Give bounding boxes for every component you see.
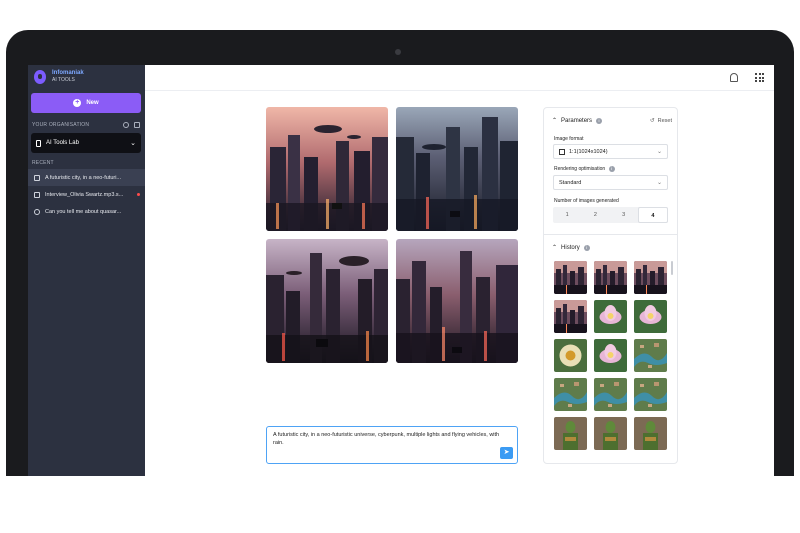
info-icon[interactable]: i (596, 117, 603, 124)
chevron-up-icon: ⌃ (552, 118, 558, 124)
rendering-label: Rendering optimisation i (554, 166, 615, 172)
recent-list: A futuristic city, in a neo-futuri... In… (28, 169, 145, 220)
top-bar (145, 65, 774, 91)
brand-logo-icon (34, 70, 46, 84)
recent-item-label: Interview_Olivia Swartz.mp3.s... (45, 191, 124, 198)
chat-icon (34, 208, 40, 215)
count-option[interactable]: 3 (610, 207, 638, 223)
bell-icon[interactable] (730, 73, 738, 82)
sidebar: Infomaniak AI TOOLS + New YOUR ORGANISAT… (28, 65, 145, 476)
history-thumbnail[interactable] (594, 261, 627, 294)
history-thumbnail[interactable] (634, 339, 667, 372)
generated-image[interactable] (266, 239, 388, 363)
image-format-select[interactable]: 1:1(1024x1024) ⌄ (553, 144, 668, 159)
history-thumbnail[interactable] (594, 300, 627, 333)
history-scrollbar[interactable] (671, 261, 673, 275)
count-label: Number of images generated (554, 198, 619, 204)
reset-label: Reset (657, 117, 672, 124)
generated-image[interactable] (396, 107, 518, 231)
history-thumbnail[interactable] (554, 417, 587, 450)
plus-icon: + (73, 99, 82, 107)
organisation-select[interactable]: AI Tools Lab ⌄ (31, 133, 141, 153)
rendering-value: Standard (559, 179, 582, 186)
history-thumbnail[interactable] (554, 261, 587, 294)
webcam (395, 49, 401, 55)
count-option[interactable]: 1 (553, 207, 581, 223)
history-header[interactable]: ⌃ History i (552, 244, 590, 251)
brand-name: Infomaniak (52, 70, 84, 76)
prompt-text: A futuristic city, in a neo-futuristic u… (273, 432, 500, 446)
image-edit-icon (34, 174, 40, 181)
generated-images (266, 107, 518, 363)
document-icon (36, 139, 41, 147)
recent-item[interactable]: Interview_Olivia Swartz.mp3.s... (28, 186, 145, 203)
history-grid (554, 261, 670, 450)
chevron-down-icon: ⌄ (130, 140, 136, 147)
recent-item[interactable]: Can you tell me about quasar... (28, 203, 145, 220)
parameters-title: Parameters (561, 117, 593, 124)
apps-grid-icon[interactable] (755, 73, 764, 82)
new-button-label: New (86, 100, 99, 106)
history-thumbnail[interactable] (594, 339, 627, 372)
send-icon: ➤ (503, 449, 510, 456)
recent-label: RECENT (32, 160, 54, 166)
chevron-down-icon: ⌄ (656, 180, 662, 186)
reset-button[interactable]: ↺ Reset (650, 118, 672, 124)
count-option[interactable]: 2 (581, 207, 609, 223)
generated-image[interactable] (266, 107, 388, 231)
history-thumbnail[interactable] (554, 339, 587, 372)
image-format-value: 1:1(1024x1024) (569, 148, 608, 155)
count-segmented-control: 1 2 3 4 (553, 207, 668, 223)
history-thumbnail[interactable] (634, 378, 667, 411)
parameters-panel: ⌃ Parameters i ↺ Reset Image format 1:1(… (543, 107, 678, 464)
new-button[interactable]: + New (31, 93, 141, 113)
count-option-selected[interactable]: 4 (637, 207, 668, 223)
history-thumbnail[interactable] (594, 417, 627, 450)
square-format-icon (559, 148, 565, 155)
info-icon[interactable] (123, 122, 129, 128)
brand-subtitle: AI TOOLS (52, 77, 75, 83)
history-thumbnail[interactable] (554, 300, 587, 333)
recent-item-label: A futuristic city, in a neo-futuri... (45, 174, 122, 181)
file-edit-icon (34, 191, 40, 198)
unread-dot (137, 193, 140, 196)
external-link-icon[interactable] (134, 122, 140, 128)
recent-item-label: Can you tell me about quasar... (45, 208, 122, 215)
chevron-up-icon: ⌃ (552, 245, 558, 251)
history-thumbnail[interactable] (634, 261, 667, 294)
organisation-label: YOUR ORGANISATION (32, 122, 90, 128)
rendering-select[interactable]: Standard ⌄ (553, 175, 668, 190)
organisation-header: YOUR ORGANISATION (32, 122, 140, 128)
history-thumbnail[interactable] (594, 378, 627, 411)
history-thumbnail[interactable] (554, 378, 587, 411)
generated-image[interactable] (396, 239, 518, 363)
history-thumbnail[interactable] (634, 300, 667, 333)
history-thumbnail[interactable] (634, 417, 667, 450)
info-icon[interactable]: i (583, 244, 590, 251)
reset-icon: ↺ (650, 117, 655, 124)
prompt-input[interactable]: A futuristic city, in a neo-futuristic u… (266, 426, 518, 464)
divider (544, 234, 677, 235)
organisation-select-value: AI Tools Lab (46, 140, 79, 146)
history-title: History (561, 244, 580, 251)
app-screen: Infomaniak AI TOOLS + New YOUR ORGANISAT… (28, 65, 774, 476)
chevron-down-icon: ⌄ (656, 149, 662, 155)
info-icon[interactable]: i (608, 166, 615, 172)
parameters-header[interactable]: ⌃ Parameters i ↺ Reset (552, 117, 672, 124)
recent-item[interactable]: A futuristic city, in a neo-futuri... (28, 169, 145, 186)
image-format-label: Image format (554, 136, 584, 142)
brand[interactable]: Infomaniak AI TOOLS (34, 70, 84, 84)
send-button[interactable]: ➤ (500, 447, 513, 459)
